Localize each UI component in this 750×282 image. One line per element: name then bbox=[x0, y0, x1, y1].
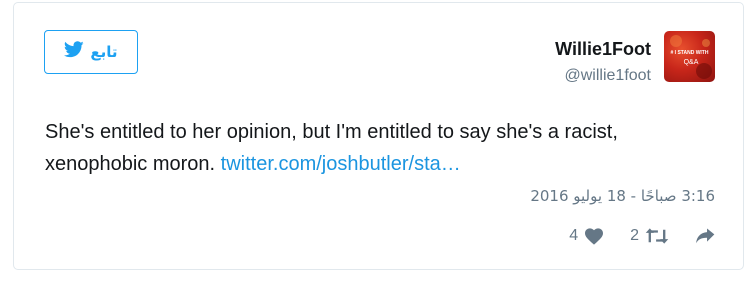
author-display-name[interactable]: Willie1Foot bbox=[555, 38, 651, 60]
avatar[interactable]: # I STAND WITH Q&A bbox=[664, 31, 715, 82]
tweet-link[interactable]: twitter.com/joshbutler/sta… bbox=[221, 153, 461, 175]
retweet-icon bbox=[645, 227, 669, 245]
twitter-bird-icon bbox=[64, 41, 85, 63]
tweet-timestamp[interactable]: 3:16 صباحًا - 18 يوليو 2016 bbox=[530, 187, 715, 205]
avatar-text-line2: Q&A bbox=[684, 59, 699, 66]
embedded-tweet-card: تابع Willie1Foot @willie1foot # I STAND … bbox=[13, 2, 744, 270]
author-screen-name[interactable]: @willie1foot bbox=[555, 66, 652, 86]
share-action[interactable] bbox=[695, 228, 715, 244]
tweet-actions: 4 2 bbox=[569, 227, 715, 245]
avatar-text-line1: # I STAND WITH bbox=[671, 50, 709, 56]
retweet-count: 2 bbox=[630, 227, 639, 244]
follow-button-label: تابع bbox=[90, 43, 118, 61]
tweet-text: She's entitled to her opinion, but I'm e… bbox=[45, 116, 685, 180]
share-arrow-icon bbox=[695, 228, 715, 244]
like-action[interactable]: 4 bbox=[569, 227, 604, 245]
retweet-action[interactable]: 2 bbox=[630, 227, 669, 245]
follow-button[interactable]: تابع bbox=[44, 30, 138, 74]
heart-icon bbox=[584, 227, 604, 245]
like-count: 4 bbox=[569, 227, 579, 244]
tweet-author: Willie1Foot @willie1foot bbox=[555, 38, 651, 86]
